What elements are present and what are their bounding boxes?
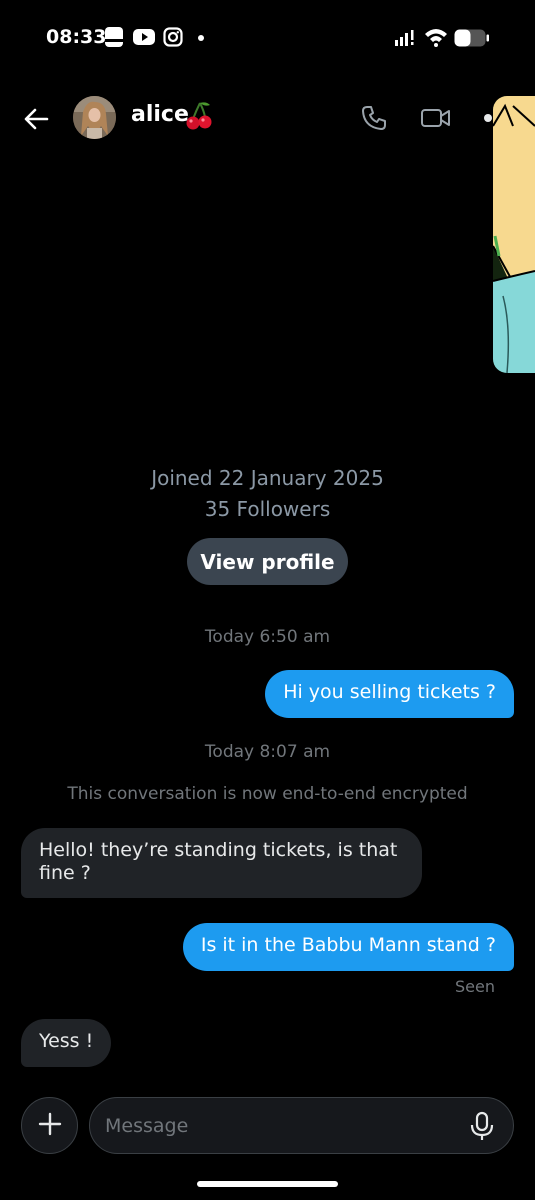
message-composer <box>89 1097 514 1154</box>
sent-message[interactable]: Hi you selling tickets ? <box>265 670 514 718</box>
more-options-icon[interactable] <box>484 114 492 122</box>
notification-dot <box>198 35 204 41</box>
youtube-icon <box>133 26 155 52</box>
microphone-icon[interactable] <box>469 1111 495 1141</box>
followers-count: 35 Followers <box>204 497 331 521</box>
back-arrow-icon[interactable] <box>22 104 52 134</box>
message-timestamp: Today 8:07 am <box>204 742 331 762</box>
instagram-icon <box>163 26 183 52</box>
contact-name[interactable]: alice <box>131 102 189 127</box>
home-indicator[interactable] <box>197 1181 338 1187</box>
video-call-icon[interactable] <box>420 104 452 132</box>
battery-icon <box>454 29 490 51</box>
status-bar: 08:33 <box>0 0 535 78</box>
cherry-emoji <box>186 101 212 131</box>
wifi-icon <box>424 27 448 51</box>
add-attachment-button[interactable] <box>21 1097 78 1154</box>
plus-icon <box>38 1112 62 1140</box>
received-message[interactable]: Yess ! <box>21 1019 112 1067</box>
received-message[interactable]: Hello! they’re standing tickets, is that… <box>21 828 422 898</box>
sent-message[interactable]: Is it in the Babbu Mann stand ? <box>182 923 514 971</box>
phone-call-icon[interactable] <box>360 104 388 132</box>
message-timestamp: Today 6:50 am <box>204 627 331 647</box>
notes-icon <box>104 26 124 52</box>
status-time: 08:33 <box>46 26 107 48</box>
message-input[interactable] <box>105 1098 455 1153</box>
conversation-header: alice <box>0 88 535 148</box>
signal-icon <box>394 30 418 50</box>
encryption-notice: This conversation is now end-to-end encr… <box>67 784 468 804</box>
avatar[interactable] <box>73 96 116 139</box>
view-profile-button[interactable]: View profile <box>187 538 348 585</box>
seen-receipt: Seen <box>455 977 495 996</box>
picture-in-picture-video[interactable] <box>493 96 535 373</box>
joined-date: Joined 22 January 2025 <box>151 466 384 490</box>
